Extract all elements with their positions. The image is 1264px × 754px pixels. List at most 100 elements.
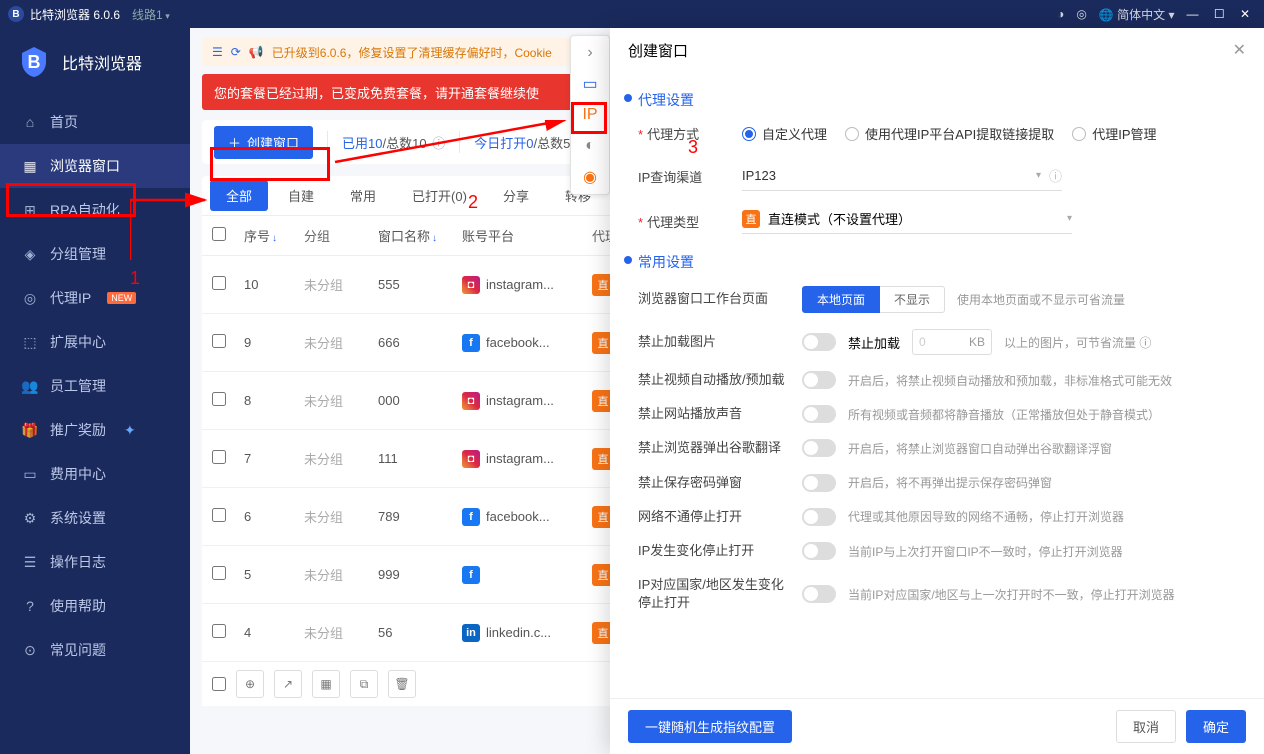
- menu-icon[interactable]: ☰: [212, 45, 223, 59]
- line-selector[interactable]: 线路1: [132, 6, 170, 23]
- sidebar-item-2[interactable]: ⊞RPA自动化: [0, 188, 190, 232]
- proxy-type-row: *代理类型 直 直连模式（不设置代理） ▾: [638, 209, 1246, 234]
- create-window-button[interactable]: ＋ 创建窗口: [214, 126, 313, 159]
- group-action-icon[interactable]: ▦: [312, 670, 340, 698]
- gift-icon: 🎁: [22, 422, 38, 438]
- toggle[interactable]: [802, 333, 836, 351]
- sidebar-item-5[interactable]: ⬚扩展中心: [0, 320, 190, 364]
- sort-arrow-icon[interactable]: ↓: [272, 233, 277, 244]
- browser-action-icon[interactable]: ⊕: [236, 670, 264, 698]
- cancel-button[interactable]: 取消: [1116, 710, 1176, 743]
- chevron-down-icon: ▾: [1036, 170, 1041, 181]
- close-button[interactable]: ✕: [1240, 7, 1250, 21]
- plus-icon: ＋: [228, 133, 241, 152]
- footer-select-all[interactable]: [212, 677, 226, 691]
- headset-icon[interactable]: ◎: [1076, 7, 1086, 21]
- close-icon[interactable]: ✕: [1233, 40, 1246, 60]
- toggle[interactable]: [802, 405, 836, 423]
- brand-logo-icon: B: [16, 44, 52, 80]
- sidebar-item-9[interactable]: ⚙系统设置: [0, 496, 190, 540]
- create-window-drawer: 创建窗口 ✕ 代理设置 *代理方式 自定义代理使用代理IP平台API提取链接提取…: [610, 28, 1264, 754]
- info-icon[interactable]: ⓘ: [432, 136, 445, 151]
- sidebar-item-3[interactable]: ◈分组管理: [0, 232, 190, 276]
- row-checkbox[interactable]: [212, 276, 226, 290]
- toggle-quick-icon[interactable]: ◐: [577, 136, 603, 157]
- tab-3[interactable]: 已打开(0): [396, 180, 483, 211]
- seg-opt-1[interactable]: 不显示: [880, 286, 945, 313]
- row-checkbox[interactable]: [212, 566, 226, 580]
- select-all-checkbox[interactable]: [212, 227, 226, 241]
- info-icon[interactable]: ⓘ: [1139, 336, 1151, 350]
- fb-icon: f: [462, 334, 480, 352]
- toggle[interactable]: [802, 542, 836, 560]
- fb-icon: f: [462, 566, 480, 584]
- setting-row-0: 浏览器窗口工作台页面 本地页面 不显示 使用本地页面或不显示可省流量: [638, 286, 1246, 313]
- pin-icon: ◎: [22, 290, 38, 306]
- proxy-radio-2[interactable]: 代理IP管理: [1072, 124, 1156, 143]
- sidebar-item-12[interactable]: ⊙常见问题: [0, 628, 190, 672]
- sidebar-item-7[interactable]: 🎁推广奖励✦: [0, 408, 190, 452]
- copy-action-icon[interactable]: ⧉: [350, 670, 378, 698]
- titlebar: B 比特浏览器 6.0.6 线路1 ◑ ◎ 🌐 简体中文 ▾ — ☐ ✕: [0, 0, 1264, 28]
- app-title: 比特浏览器 6.0.6: [30, 6, 120, 23]
- ip-quick-icon[interactable]: IP: [577, 104, 603, 125]
- window-quick-icon[interactable]: ▭: [577, 73, 603, 94]
- toggle-icon[interactable]: ◑: [1057, 7, 1064, 21]
- globe-icon[interactable]: 🌐 简体中文 ▾: [1099, 6, 1175, 23]
- tab-0[interactable]: 全部: [210, 180, 268, 211]
- random-fingerprint-button[interactable]: 一键随机生成指纹配置: [628, 710, 792, 743]
- toggle[interactable]: [802, 371, 836, 389]
- confirm-button[interactable]: 确定: [1186, 710, 1246, 743]
- maximize-button[interactable]: ☐: [1214, 7, 1225, 21]
- toggle[interactable]: [802, 474, 836, 492]
- layers-icon: ◈: [22, 246, 38, 262]
- row-checkbox[interactable]: [212, 450, 226, 464]
- section-common-title: 常用设置: [638, 252, 1246, 272]
- seg-opt-0[interactable]: 本地页面: [802, 286, 880, 313]
- refresh-icon[interactable]: ⟳: [231, 45, 241, 59]
- proxy-radio-1[interactable]: 使用代理IP平台API提取链接提取: [845, 124, 1054, 143]
- setting-row-8: IP对应国家/地区发生变化停止打开 当前IP对应国家/地区与上一次打开时不一致，…: [638, 576, 1246, 612]
- sidebar: B 比特浏览器 ⌂首页▦浏览器窗口⊞RPA自动化◈分组管理◎代理IPNEW⬚扩展…: [0, 28, 190, 754]
- horn-icon: 📢: [249, 45, 264, 59]
- setting-row-7: IP发生变化停止打开 当前IP与上次打开窗口IP不一致时，停止打开浏览器: [638, 542, 1246, 560]
- radio-icon: [845, 127, 859, 141]
- row-checkbox[interactable]: [212, 334, 226, 348]
- proxy-radio-0[interactable]: 自定义代理: [742, 124, 827, 143]
- toggle[interactable]: [802, 585, 836, 603]
- row-checkbox[interactable]: [212, 508, 226, 522]
- nav-list: ⌂首页▦浏览器窗口⊞RPA自动化◈分组管理◎代理IPNEW⬚扩展中心👥员工管理🎁…: [0, 96, 190, 672]
- row-checkbox[interactable]: [212, 392, 226, 406]
- fingerprint-icon[interactable]: ◉: [577, 167, 603, 188]
- sidebar-item-11[interactable]: ?使用帮助: [0, 584, 190, 628]
- ip-channel-select[interactable]: IP123 ▾ ⓘ: [742, 161, 1062, 191]
- radio-icon: [742, 127, 756, 141]
- sidebar-item-4[interactable]: ◎代理IPNEW: [0, 276, 190, 320]
- sidebar-item-0[interactable]: ⌂首页: [0, 100, 190, 144]
- section-proxy-title: 代理设置: [638, 90, 1246, 110]
- chevron-down-icon: ▾: [1067, 213, 1072, 224]
- tab-2[interactable]: 常用: [334, 180, 392, 211]
- tab-4[interactable]: 分享: [487, 180, 545, 211]
- today-stat: 今日打开0/总数50: [474, 133, 577, 152]
- export-action-icon[interactable]: ↗: [274, 670, 302, 698]
- help-icon[interactable]: ⓘ: [1049, 166, 1062, 185]
- faq-icon: ⊙: [22, 642, 38, 658]
- sidebar-item-10[interactable]: ☰操作日志: [0, 540, 190, 584]
- minimize-button[interactable]: —: [1186, 7, 1198, 21]
- chevron-right-icon[interactable]: ›: [577, 42, 603, 63]
- toggle[interactable]: [802, 508, 836, 526]
- setting-row-1: 禁止加载图片 禁止加载 0KB 以上的图片，可节省流量 ⓘ: [638, 329, 1246, 355]
- tab-1[interactable]: 自建: [272, 180, 330, 211]
- sidebar-item-1[interactable]: ▦浏览器窗口: [0, 144, 190, 188]
- sidebar-item-8[interactable]: ▭费用中心: [0, 452, 190, 496]
- toggle[interactable]: [802, 439, 836, 457]
- kb-input[interactable]: 0KB: [912, 329, 992, 355]
- sidebar-item-6[interactable]: 👥员工管理: [0, 364, 190, 408]
- proxy-type-select[interactable]: 直 直连模式（不设置代理） ▾: [742, 209, 1072, 234]
- list-icon: ☰: [22, 554, 38, 570]
- row-checkbox[interactable]: [212, 624, 226, 638]
- sort-arrow-icon[interactable]: ↓: [432, 233, 437, 244]
- delete-action-icon[interactable]: 🗑: [388, 670, 416, 698]
- help-icon: ?: [22, 598, 38, 614]
